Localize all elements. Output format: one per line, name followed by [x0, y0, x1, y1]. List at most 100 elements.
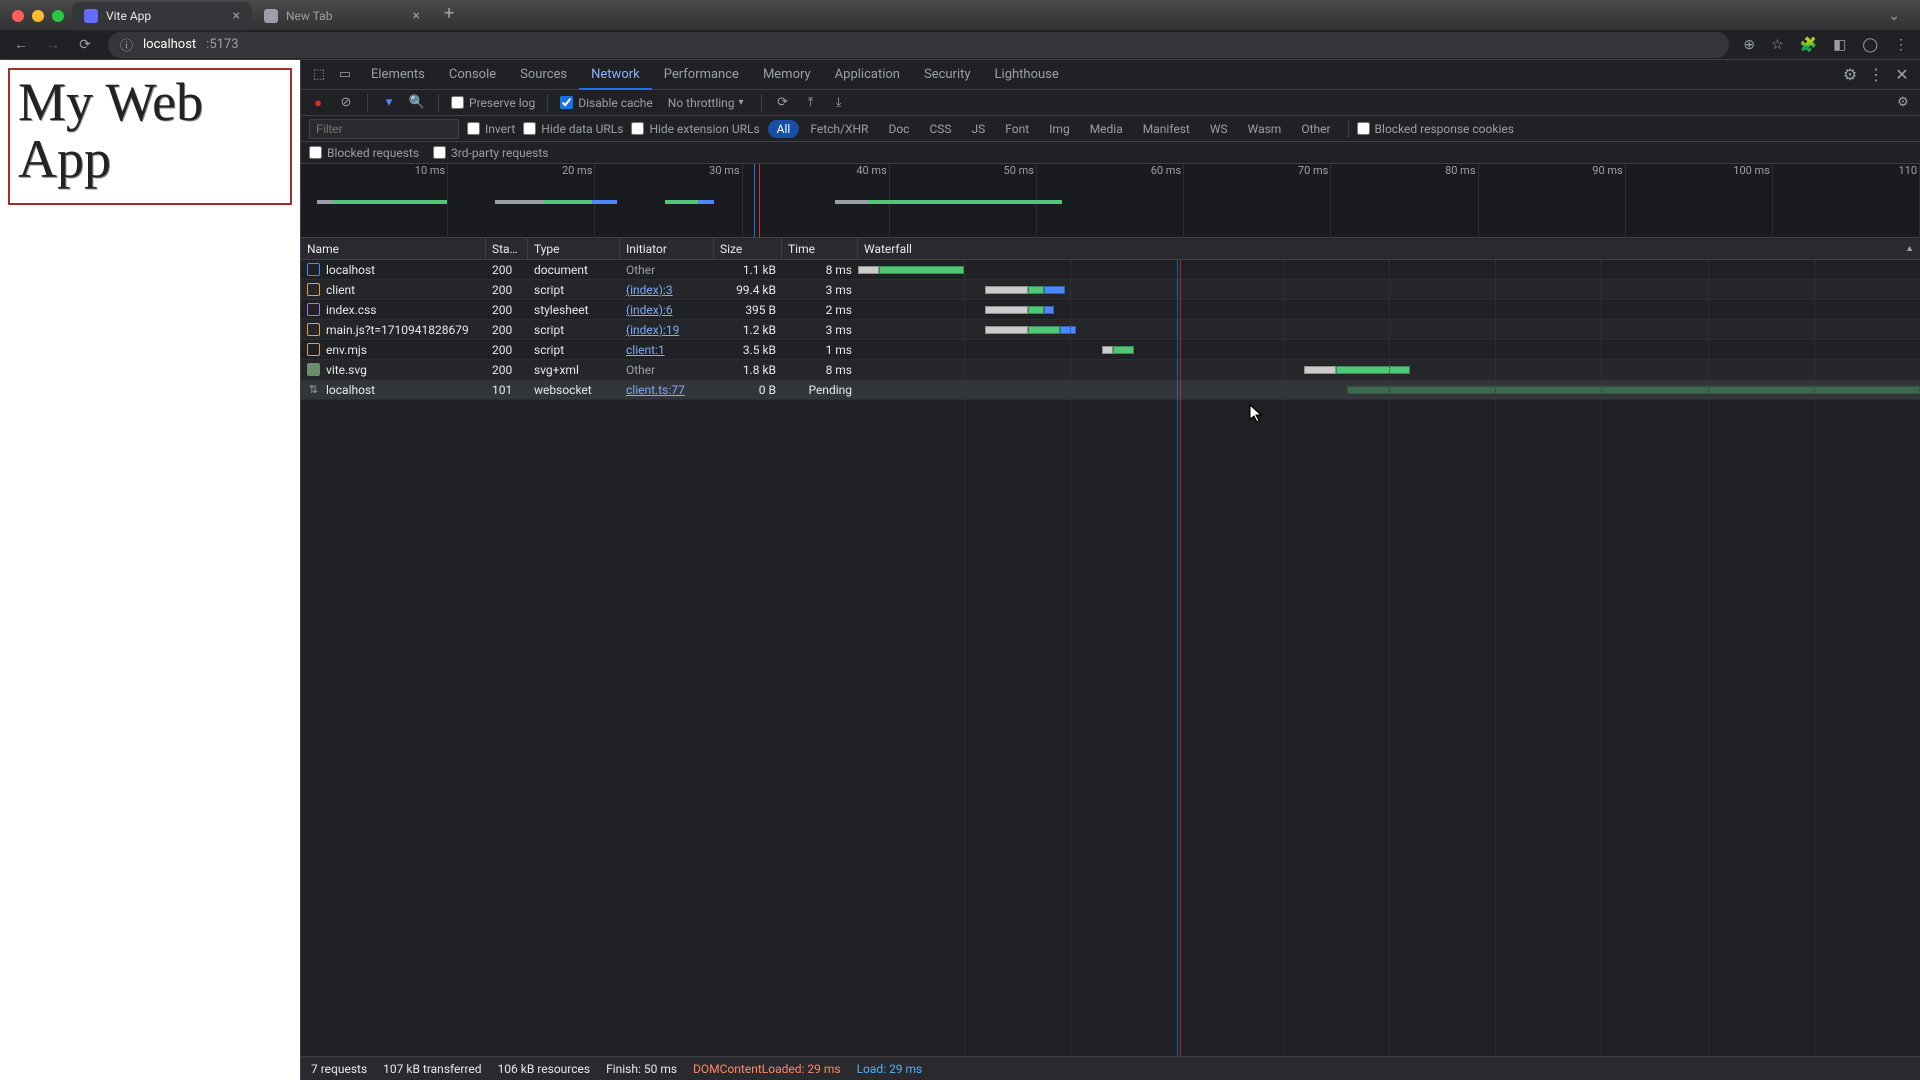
initiator-link[interactable]: client:1	[626, 343, 665, 357]
back-button[interactable]: ←	[12, 36, 30, 53]
request-time: 8 ms	[782, 360, 858, 380]
invert-checkbox[interactable]: Invert	[467, 122, 515, 136]
page-viewport: My Web App	[0, 60, 300, 1080]
extensions-icon[interactable]: 🧩	[1800, 37, 1817, 53]
devtools-tab-performance[interactable]: Performance	[652, 60, 751, 90]
filter-type-font[interactable]: Font	[996, 120, 1038, 138]
filter-type-css[interactable]: CSS	[920, 120, 960, 138]
col-waterfall[interactable]: Waterfall▲	[858, 238, 1920, 260]
network-toolbar: ● ⊘ ▾ 🔍 Preserve log Disable cache No th…	[301, 90, 1920, 116]
blocked-response-cookies-checkbox[interactable]: Blocked response cookies	[1357, 122, 1514, 136]
col-time[interactable]: Time	[782, 238, 858, 260]
request-name: client	[326, 280, 355, 300]
browser-tab[interactable]: Vite App×	[72, 2, 252, 30]
col-initiator[interactable]: Initiator	[620, 238, 714, 260]
disable-cache-checkbox[interactable]: Disable cache	[560, 96, 653, 110]
close-tab-icon[interactable]: ×	[233, 8, 240, 24]
page-heading: My Web App	[18, 74, 282, 187]
url-field[interactable]: ⓘ localhost:5173	[108, 32, 1729, 58]
network-settings-icon[interactable]: ⚙	[1894, 95, 1912, 110]
request-type: websocket	[528, 380, 620, 400]
third-party-requests-checkbox[interactable]: 3rd-party requests	[433, 146, 548, 160]
col-type[interactable]: Type	[528, 238, 620, 260]
devtools-settings-icon[interactable]: ⚙	[1838, 65, 1862, 84]
initiator-link[interactable]: client.ts:77	[626, 383, 685, 397]
network-table-body[interactable]: localhost200documentOther1.1 kB8 msclien…	[301, 260, 1920, 1056]
close-window-button[interactable]	[12, 10, 24, 22]
bookmark-icon[interactable]: ☆	[1771, 37, 1784, 53]
network-request-row[interactable]: main.js?t=1710941828679200script(index):…	[301, 320, 1920, 340]
browser-chrome: Vite App×New Tab× + ⌄ ← → ⟳ ⓘ localhost:…	[0, 0, 1920, 60]
initiator-link[interactable]: (index):6	[626, 303, 673, 317]
tab-overflow-button[interactable]: ⌄	[1876, 8, 1912, 30]
request-name: vite.svg	[326, 360, 367, 380]
filter-type-manifest[interactable]: Manifest	[1134, 120, 1199, 138]
devtools-more-icon[interactable]: ⋮	[1864, 65, 1888, 84]
blocked-requests-checkbox[interactable]: Blocked requests	[309, 146, 419, 160]
request-waterfall	[858, 280, 1920, 300]
network-request-row[interactable]: localhost200documentOther1.1 kB8 ms	[301, 260, 1920, 280]
filter-type-ws[interactable]: WS	[1201, 120, 1237, 138]
devtools-tab-memory[interactable]: Memory	[751, 60, 823, 90]
browser-tab[interactable]: New Tab×	[252, 2, 432, 30]
request-size: 3.5 kB	[714, 340, 782, 360]
network-request-row[interactable]: client200script(index):399.4 kB3 ms	[301, 280, 1920, 300]
new-tab-button[interactable]: +	[432, 3, 466, 30]
initiator-text: Other	[626, 263, 655, 277]
devtools-tab-lighthouse[interactable]: Lighthouse	[983, 60, 1071, 90]
throttling-select[interactable]: No throttling▾	[663, 95, 749, 111]
filter-type-js[interactable]: JS	[963, 120, 995, 138]
filter-type-other[interactable]: Other	[1292, 120, 1339, 138]
preserve-log-checkbox[interactable]: Preserve log	[451, 96, 535, 110]
request-size: 99.4 kB	[714, 280, 782, 300]
minimize-window-button[interactable]	[32, 10, 44, 22]
network-request-row[interactable]: env.mjs200scriptclient:13.5 kB1 ms	[301, 340, 1920, 360]
filter-type-all[interactable]: All	[768, 120, 800, 138]
network-filter-bar: Invert Hide data URLs Hide extension URL…	[301, 116, 1920, 142]
clear-button[interactable]: ⊘	[337, 95, 355, 110]
devtools-tab-application[interactable]: Application	[823, 60, 912, 90]
filter-type-media[interactable]: Media	[1081, 120, 1132, 138]
filter-input[interactable]	[309, 119, 459, 139]
filter-type-doc[interactable]: Doc	[879, 120, 918, 138]
device-toolbar-icon[interactable]: ▭	[333, 67, 357, 82]
inspect-element-icon[interactable]: ⬚	[307, 67, 331, 82]
filter-toggle-icon[interactable]: ▾	[380, 95, 398, 110]
initiator-link[interactable]: (index):3	[626, 283, 673, 297]
record-button[interactable]: ●	[309, 95, 327, 111]
close-tab-icon[interactable]: ×	[413, 8, 420, 24]
hide-data-urls-checkbox[interactable]: Hide data URLs	[523, 122, 623, 136]
network-conditions-icon[interactable]: ⟳	[774, 95, 792, 110]
network-request-row[interactable]: index.css200stylesheet(index):6395 B2 ms	[301, 300, 1920, 320]
favicon-icon	[264, 9, 278, 23]
devtools-tab-network[interactable]: Network	[579, 60, 652, 90]
reload-button[interactable]: ⟳	[76, 37, 94, 53]
menu-icon[interactable]: ⋮	[1894, 37, 1908, 53]
network-request-row[interactable]: ⇅localhost101websocketclient.ts:770 BPen…	[301, 380, 1920, 400]
devtools-tab-console[interactable]: Console	[437, 60, 508, 90]
maximize-window-button[interactable]	[52, 10, 64, 22]
hide-extension-urls-checkbox[interactable]: Hide extension URLs	[631, 122, 759, 136]
profile-icon[interactable]: ◯	[1862, 37, 1878, 53]
import-har-icon[interactable]: ⤒	[802, 95, 820, 110]
col-status[interactable]: Stat…	[486, 238, 528, 260]
filter-type-fetchxhr[interactable]: Fetch/XHR	[801, 120, 877, 138]
initiator-text: Other	[626, 363, 655, 377]
initiator-link[interactable]: (index):19	[626, 323, 679, 337]
export-har-icon[interactable]: ⤓	[830, 95, 848, 110]
network-overview[interactable]: 10 ms20 ms30 ms40 ms50 ms60 ms70 ms80 ms…	[301, 164, 1920, 238]
zoom-icon[interactable]: ⊕	[1743, 37, 1755, 53]
devtools-tab-sources[interactable]: Sources	[508, 60, 579, 90]
devtools-close-icon[interactable]: ✕	[1890, 65, 1914, 84]
devtools-tab-elements[interactable]: Elements	[359, 60, 437, 90]
col-name[interactable]: Name	[301, 238, 486, 260]
filter-type-wasm[interactable]: Wasm	[1239, 120, 1291, 138]
side-panel-icon[interactable]: ◧	[1833, 37, 1846, 53]
search-icon[interactable]: 🔍	[408, 95, 426, 110]
devtools-tab-security[interactable]: Security	[912, 60, 983, 90]
network-request-row[interactable]: vite.svg200svg+xmlOther1.8 kB8 ms	[301, 360, 1920, 380]
col-size[interactable]: Size	[714, 238, 782, 260]
filter-type-img[interactable]: Img	[1040, 120, 1079, 138]
forward-button[interactable]: →	[44, 36, 62, 53]
site-info-icon[interactable]: ⓘ	[120, 35, 133, 54]
